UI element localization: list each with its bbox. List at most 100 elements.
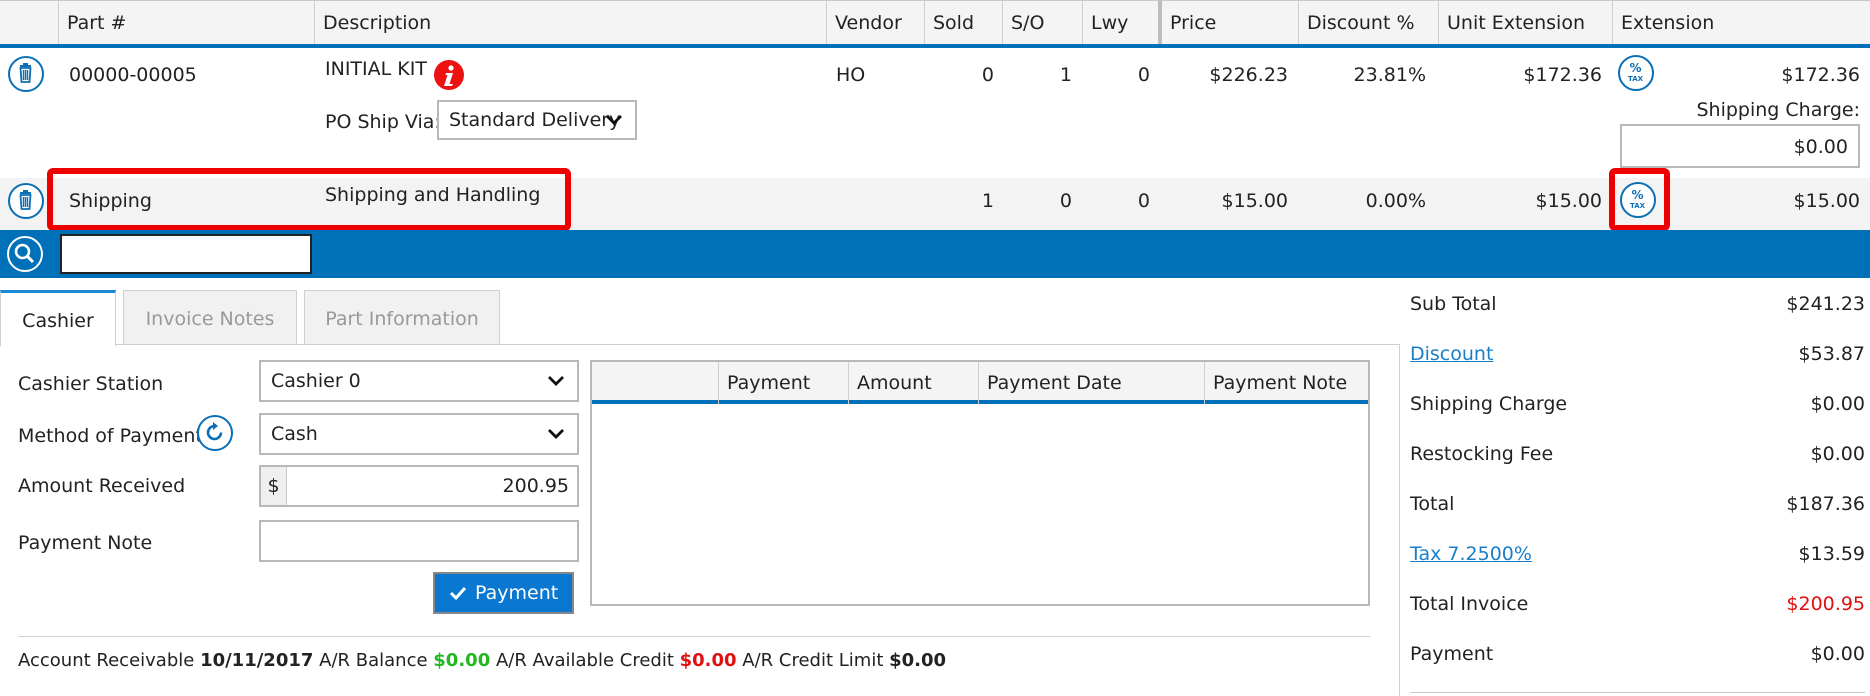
divider	[18, 636, 1370, 637]
discount-value: $53.87	[1798, 343, 1865, 365]
currency-symbol: $	[261, 467, 287, 505]
shipping-charge-input[interactable]: $0.00	[1620, 124, 1860, 168]
svg-text:%: %	[1629, 61, 1641, 75]
header-so[interactable]: S/O	[1002, 1, 1082, 45]
chevron-down-icon	[548, 429, 564, 439]
row1-unit-extension: $172.36	[1523, 64, 1602, 86]
ar-label: Account Receivable	[18, 650, 195, 671]
amount-received-field[interactable]: $ 200.95	[259, 465, 579, 507]
payment-total-label: Payment	[1410, 643, 1494, 665]
row1-extension: $172.36	[1781, 64, 1860, 86]
payment-note-label: Payment Note	[18, 532, 153, 554]
header-action-col	[0, 1, 58, 45]
row1-vendor: HO	[836, 64, 866, 86]
discount-link[interactable]: Discount	[1410, 343, 1493, 365]
tab-part-information[interactable]: Part Information	[304, 290, 500, 344]
chevron-down-icon	[548, 376, 564, 386]
po-ship-via-select[interactable]: Standard Delivery	[437, 100, 637, 140]
row1-description[interactable]: INITIAL KIT	[325, 58, 427, 80]
ar-date: 10/11/2017	[200, 650, 314, 671]
part-search-bar	[0, 230, 1870, 278]
sub-total-label: Sub Total	[1410, 293, 1497, 315]
header-description[interactable]: Description	[314, 1, 826, 45]
shipping-charge-total-label: Shipping Charge	[1410, 393, 1568, 415]
ar-limit-value: $0.00	[889, 650, 947, 671]
amount-received-value[interactable]: 200.95	[503, 467, 569, 505]
ar-balance-value: $0.00	[433, 650, 491, 671]
svg-text:TAX: TAX	[1628, 75, 1644, 83]
tax-link[interactable]: Tax 7.2500%	[1410, 543, 1532, 565]
row1-sold[interactable]: 0	[924, 64, 994, 86]
header-underline	[0, 44, 1870, 48]
restocking-fee-label: Restocking Fee	[1410, 443, 1554, 465]
header-sold[interactable]: Sold	[924, 1, 1002, 45]
payment-button[interactable]: Payment	[433, 572, 574, 614]
po-ship-via-value: Standard Delivery	[449, 109, 621, 131]
total-value: $187.36	[1786, 493, 1865, 515]
row2-price[interactable]: $15.00	[1160, 190, 1288, 212]
total-invoice-value: $200.95	[1786, 593, 1865, 615]
payments-header-date[interactable]: Payment Date	[978, 362, 1204, 404]
header-discount[interactable]: Discount %	[1298, 1, 1438, 45]
payments-header-blank	[592, 362, 718, 404]
method-of-payment-select[interactable]: Cash	[259, 413, 579, 455]
highlight-box-tax-icon	[1609, 168, 1670, 231]
row1-discount[interactable]: 23.81%	[1298, 64, 1426, 86]
parts-grid: Part # Description Vendor Sold S/O Lwy P…	[0, 0, 1870, 278]
ar-credit-value: $0.00	[679, 650, 737, 671]
trash-icon[interactable]	[8, 183, 44, 219]
method-of-payment-value: Cash	[271, 423, 318, 445]
payments-grid-header: Payment Amount Payment Date Payment Note	[592, 362, 1368, 404]
tax-icon[interactable]: % TAX	[1618, 55, 1654, 91]
row2-lwy[interactable]: 0	[1082, 190, 1150, 212]
ar-credit-label: A/R Available Credit	[495, 650, 674, 671]
trash-icon[interactable]	[8, 56, 44, 92]
totals-divider	[1410, 692, 1865, 693]
refresh-icon[interactable]	[197, 415, 233, 451]
header-part-number[interactable]: Part #	[58, 1, 314, 45]
info-icon[interactable]	[434, 60, 464, 90]
payments-header-note[interactable]: Payment Note	[1204, 362, 1368, 404]
header-vendor[interactable]: Vendor	[826, 1, 924, 45]
payments-header-payment[interactable]: Payment	[718, 362, 848, 404]
row1-so[interactable]: 1	[1002, 64, 1072, 86]
header-price[interactable]: Price	[1158, 1, 1298, 45]
shipping-charge-total-value: $0.00	[1810, 393, 1865, 415]
header-extension[interactable]: Extension	[1612, 1, 1870, 45]
cashier-station-value: Cashier 0	[271, 370, 361, 392]
shipping-charge-label: Shipping Charge:	[1696, 99, 1860, 121]
row2-discount[interactable]: 0.00%	[1298, 190, 1426, 212]
account-receivable-line: Account Receivable 10/11/2017 A/R Balanc…	[18, 650, 946, 671]
amount-received-label: Amount Received	[18, 475, 186, 497]
tab-cashier[interactable]: Cashier	[0, 290, 116, 346]
grid-header: Part # Description Vendor Sold S/O Lwy P…	[0, 0, 1870, 45]
total-invoice-label: Total Invoice	[1410, 593, 1529, 615]
cashier-station-select[interactable]: Cashier 0	[259, 360, 579, 402]
header-unit-extension[interactable]: Unit Extension	[1438, 1, 1612, 45]
header-lwy[interactable]: Lwy	[1082, 1, 1158, 45]
ar-balance-label: A/R Balance	[319, 650, 428, 671]
payment-total-value: $0.00	[1810, 643, 1865, 665]
payments-header-amount[interactable]: Amount	[848, 362, 978, 404]
payment-note-input[interactable]	[259, 520, 579, 562]
tab-invoice-notes[interactable]: Invoice Notes	[123, 290, 297, 344]
payment-button-label: Payment	[475, 582, 559, 604]
chevron-down-icon	[606, 115, 622, 125]
payments-grid: Payment Amount Payment Date Payment Note	[590, 360, 1370, 606]
row2-unit-extension: $15.00	[1535, 190, 1602, 212]
search-icon[interactable]	[7, 236, 43, 272]
row1-part-number[interactable]: 00000-00005	[69, 64, 197, 86]
row1-price[interactable]: $226.23	[1160, 64, 1288, 86]
ar-limit-label: A/R Credit Limit	[742, 650, 884, 671]
highlight-box-shipping-row	[47, 168, 571, 231]
row2-so[interactable]: 0	[1002, 190, 1072, 212]
method-of-payment-label: Method of Payment	[18, 425, 203, 447]
part-search-input[interactable]	[60, 234, 312, 274]
tax-value: $13.59	[1798, 543, 1865, 565]
sub-total-value: $241.23	[1786, 293, 1865, 315]
total-label: Total	[1410, 493, 1455, 515]
po-ship-via-label: PO Ship Via:	[325, 111, 441, 133]
row1-lwy[interactable]: 0	[1082, 64, 1150, 86]
row2-sold[interactable]: 1	[924, 190, 994, 212]
checkmark-icon	[449, 586, 467, 601]
